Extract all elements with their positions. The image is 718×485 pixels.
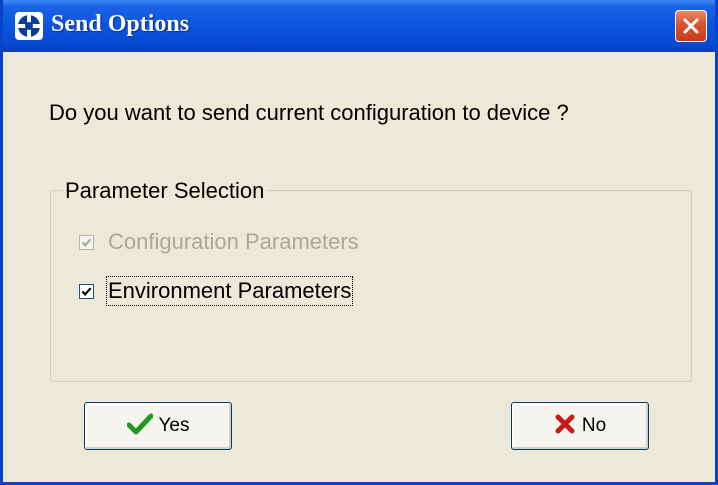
check-icon [126,413,153,440]
yes-label: Yes [158,415,190,436]
window-title: Send Options [51,11,190,37]
group-legend: Parameter Selection [63,178,267,204]
yes-button[interactable]: Yes [84,402,232,450]
configuration-parameters-checkbox[interactable]: Configuration Parameters [79,229,359,255]
checkbox-label: Configuration Parameters [108,229,359,254]
environment-parameters-checkbox[interactable]: Environment Parameters [79,276,354,306]
compass-icon [15,12,43,40]
checkbox-box [79,234,94,250]
checkbox-label: Environment Parameters [105,276,354,306]
no-label: No [581,415,607,436]
close-button[interactable] [675,10,707,42]
checkbox-box [79,283,94,299]
title-bar[interactable]: Send Options [3,0,715,52]
no-button[interactable]: No [511,402,649,450]
confirmation-question: Do you want to send current configuratio… [49,100,569,125]
x-icon [554,413,576,440]
send-options-dialog: Send Options Do you want to send current… [0,0,718,485]
